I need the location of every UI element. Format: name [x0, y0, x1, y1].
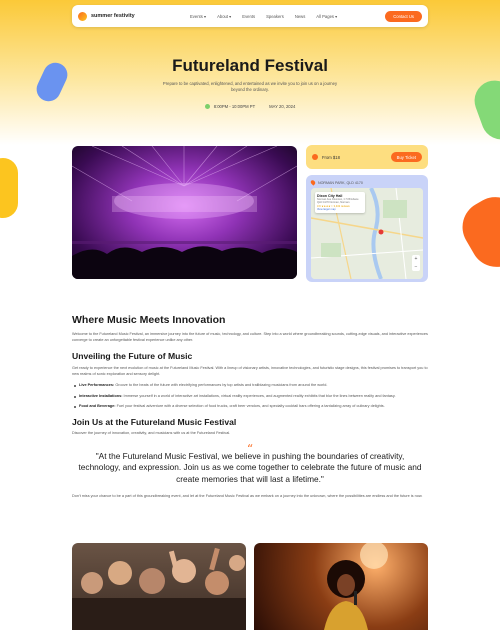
list-item-text: Groove to the beats of the future with e… — [115, 383, 328, 387]
buy-ticket-button[interactable]: Buy Ticket — [390, 152, 422, 162]
nav-link-speakers[interactable]: Speakers — [266, 14, 284, 19]
festival-quote: "At the Futureland Music Festival, we be… — [78, 451, 422, 484]
map-zoom-control[interactable]: + − — [412, 255, 420, 271]
decor-blob-orange — [453, 187, 500, 277]
list-item-text: Immerse yourself in a world of interacti… — [123, 394, 396, 398]
bullet-dot — [74, 405, 76, 408]
list-item: Food and Beverage: Fuel your festival ad… — [74, 404, 428, 408]
brand-logo[interactable]: summer festivity — [78, 11, 178, 21]
decor-blob-yellow — [0, 158, 18, 218]
heading-where-music: Where Music Meets Innovation — [72, 314, 226, 326]
list-item: Live Performances: Groove to the beats o… — [74, 383, 428, 387]
location-pin-icon — [309, 179, 317, 186]
event-meta: 8:00PM - 10:00PM PT MAY 20, 2024 — [0, 104, 500, 109]
nav-link-events[interactable]: Events — [242, 14, 255, 19]
hero-subtitle: Prepare to be captivated, enlightened, a… — [162, 81, 338, 92]
nav-link-news[interactable]: News — [295, 14, 305, 19]
join-paragraph: Discover the journey of innovation, crea… — [72, 431, 231, 435]
intro-paragraph: Welcome to the Futureland Music Festival… — [72, 332, 428, 342]
heading-join-us: Join Us at the Futureland Music Festival — [72, 417, 237, 427]
view-larger-map-link[interactable]: View larger map — [317, 208, 363, 211]
embedded-map[interactable]: Dixon City Hall Norman Ave Dixonton, C 5… — [311, 188, 423, 279]
nav-link-about[interactable]: About ▾ — [217, 14, 231, 19]
event-date-text: MAY 20, 2024 — [269, 104, 296, 109]
nav-link-events-menu[interactable]: Events ▾ — [190, 14, 206, 19]
contact-us-button[interactable]: Contact Us — [385, 10, 422, 22]
bullet-dot — [74, 384, 76, 387]
list-item-bold: Food and Beverage: — [79, 404, 116, 408]
concert-photo — [72, 146, 297, 279]
nav-link-all-pages[interactable]: All Pages ▾ — [316, 14, 337, 19]
logo-icon — [78, 11, 87, 21]
venue-address: NORMAN PARK, QLD 4170 — [309, 179, 423, 186]
event-time-text: 8:00PM - 10:00PM PT — [213, 104, 256, 109]
ticket-icon — [312, 154, 318, 160]
closing-paragraph: Don't miss your chance to be a part of t… — [72, 494, 423, 498]
singer-photo — [254, 543, 428, 630]
price-card: From $18 Buy Ticket — [306, 145, 428, 169]
bullet-dot — [74, 395, 76, 398]
event-date: MAY 20, 2024 — [269, 104, 295, 109]
list-item-bold: Live Performances: — [79, 383, 115, 387]
unveiling-paragraph: Get ready to experience the next evoluti… — [72, 366, 428, 376]
brand-name: summer festivity — [91, 13, 135, 19]
top-navbar: summer festivity Events ▾ About ▾ Events… — [72, 5, 428, 27]
list-item-text: Fuel your festival adventure with a dive… — [116, 404, 385, 408]
list-item-bold: Interactive Installations: — [79, 394, 123, 398]
map-card: NORMAN PARK, QLD 4170 Dixon City Hall No… — [306, 175, 428, 282]
list-item: Interactive Installations: Immerse yours… — [74, 394, 428, 398]
crowd-photo — [72, 543, 246, 630]
page-title: Futureland Festival — [172, 56, 328, 75]
price-label: From $18 — [322, 154, 340, 160]
map-place-card: Dixon City Hall Norman Ave Dixonton, C 5… — [315, 192, 365, 213]
venue-address-text: NORMAN PARK, QLD 4170 — [318, 180, 363, 185]
heading-unveiling: Unveiling the Future of Music — [72, 351, 193, 361]
clock-icon — [204, 104, 210, 109]
nav-links: Events ▾ About ▾ Events Speakers News Al… — [190, 14, 337, 19]
event-time: 8:00PM - 10:00PM PT — [204, 104, 256, 109]
